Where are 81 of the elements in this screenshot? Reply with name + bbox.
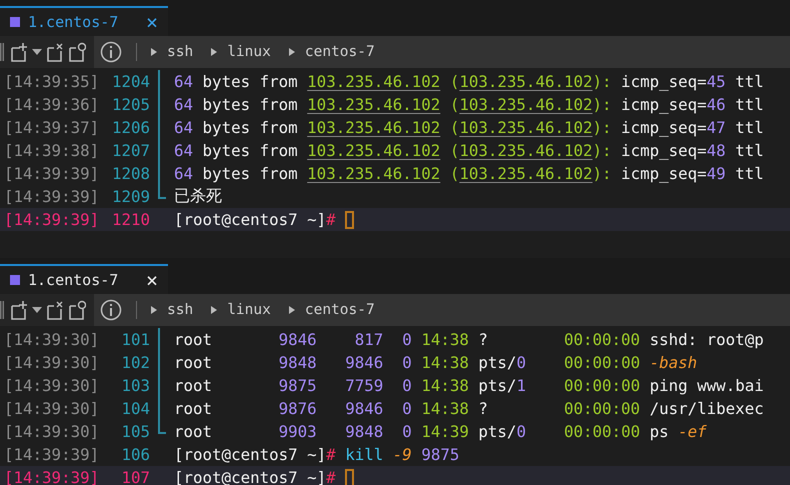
timestamp: [14:39:30]: [3, 399, 100, 418]
line-number: 101: [120, 330, 150, 349]
breadcrumb[interactable]: linux: [227, 44, 279, 60]
terminal-output: root 9848 9846 0 14:38 pts/0 00:00:00 -bash: [174, 353, 698, 372]
line-number: 1205: [110, 95, 150, 114]
terminal-tab[interactable]: 1.centos-7 ×: [0, 264, 168, 294]
caret-icon: [32, 49, 42, 55]
breadcrumb[interactable]: centos-7: [304, 44, 383, 60]
timestamp: [14:39:39]: [3, 187, 100, 206]
ip-link[interactable]: 103.235.46.102: [459, 118, 593, 137]
breadcrumb[interactable]: ssh: [167, 44, 202, 60]
terminal-output: [root@centos7 ~]#: [174, 210, 337, 229]
duplicate-tab-icon[interactable]: [68, 300, 86, 320]
ip-link[interactable]: 103.235.46.102: [307, 141, 440, 160]
session-icon: [10, 17, 20, 27]
line-number: 106: [120, 445, 150, 464]
ip-link[interactable]: 103.235.46.102: [307, 95, 440, 114]
line-number: 103: [120, 376, 150, 395]
timestamp: [14:39:30]: [3, 353, 100, 372]
terminal-output: 64 bytes from 103.235.46.102 (103.235.46.102): icmp_seq=48 ttl: [174, 141, 764, 160]
line-number: 102: [120, 353, 150, 372]
caret-icon: [32, 307, 42, 313]
terminal-output: 64 bytes from 103.235.46.102 (103.235.46.102): icmp_seq=46 ttl: [174, 95, 764, 114]
line-number: 104: [120, 399, 150, 418]
terminal-tab[interactable]: 1.centos-7 ×: [0, 6, 168, 36]
ip-link[interactable]: 103.235.46.102: [307, 118, 440, 137]
ip-link[interactable]: 103.235.46.102: [459, 141, 593, 160]
grip-icon: [0, 301, 4, 319]
close-icon[interactable]: ×: [146, 12, 158, 32]
line-number: 1204: [110, 72, 150, 91]
session-icon: [10, 275, 20, 285]
close-tab-icon[interactable]: [46, 42, 64, 62]
terminal-output: [root@centos7 ~]# kill -9 9875: [174, 445, 460, 464]
triangle-icon: [151, 306, 157, 314]
terminal-output: 64 bytes from 103.235.46.102 (103.235.46.102): icmp_seq=45 ttl: [174, 72, 764, 91]
new-tab-icon[interactable]: [10, 300, 28, 320]
line-number: 105: [120, 422, 150, 441]
triangle-icon: [211, 306, 218, 314]
timestamp: [14:39:30]: [3, 422, 100, 441]
terminal-output: 64 bytes from 103.235.46.102 (103.235.46.102): icmp_seq=47 ttl: [174, 118, 764, 137]
triangle-icon: [151, 48, 157, 56]
info-icon[interactable]: [100, 299, 122, 321]
timestamp: [14:39:38]: [3, 141, 100, 160]
ip-link[interactable]: 103.235.46.102: [307, 72, 440, 91]
breadcrumb[interactable]: ssh: [167, 302, 202, 318]
triangle-icon: [288, 48, 295, 56]
timestamp: [14:39:39]: [3, 468, 100, 485]
close-tab-icon[interactable]: [46, 300, 64, 320]
terminal-output: root 9903 9848 0 14:39 pts/0 00:00:00 ps -ef: [174, 422, 707, 441]
line-number: 1207: [110, 141, 150, 160]
terminal-output: root 9846 817 0 14:38 ? 00:00:00 sshd: root@p: [174, 330, 764, 349]
terminal-output: root 9876 9846 0 14:38 ? 00:00:00 /usr/libexec: [174, 399, 764, 418]
close-icon[interactable]: ×: [146, 270, 158, 290]
ip-link[interactable]: 103.235.46.102: [459, 164, 593, 183]
line-number: 107: [120, 468, 150, 485]
timestamp: [14:39:37]: [3, 118, 100, 137]
line-number: 1210: [110, 210, 150, 229]
grip-icon: [0, 43, 4, 61]
new-tab-icon[interactable]: [10, 42, 28, 62]
ip-link[interactable]: 103.235.46.102: [307, 164, 440, 183]
terminal-output: 64 bytes from 103.235.46.102 (103.235.46.102): icmp_seq=49 ttl: [174, 164, 764, 183]
ip-link[interactable]: 103.235.46.102: [459, 95, 593, 114]
triangle-icon: [288, 306, 295, 314]
breadcrumb[interactable]: centos-7: [304, 302, 383, 318]
terminal-output: root 9875 7759 0 14:38 pts/1 00:00:00 ping www.bai: [174, 376, 764, 395]
breadcrumb[interactable]: linux: [227, 302, 279, 318]
timestamp: [14:39:39]: [3, 210, 100, 229]
ip-link[interactable]: 103.235.46.102: [459, 72, 593, 91]
timestamp: [14:39:30]: [3, 330, 100, 349]
timestamp: [14:39:35]: [3, 72, 100, 91]
triangle-icon: [211, 48, 218, 56]
duplicate-tab-icon[interactable]: [68, 42, 86, 62]
terminal-output: 已杀死: [174, 186, 222, 207]
info-icon[interactable]: [100, 41, 122, 63]
timestamp: [14:39:30]: [3, 376, 100, 395]
timestamp: [14:39:36]: [3, 95, 100, 114]
timestamp: [14:39:39]: [3, 164, 100, 183]
line-number: 1209: [110, 187, 150, 206]
timestamp: [14:39:39]: [3, 445, 100, 464]
line-number: 1206: [110, 118, 150, 137]
line-number: 1208: [110, 164, 150, 183]
